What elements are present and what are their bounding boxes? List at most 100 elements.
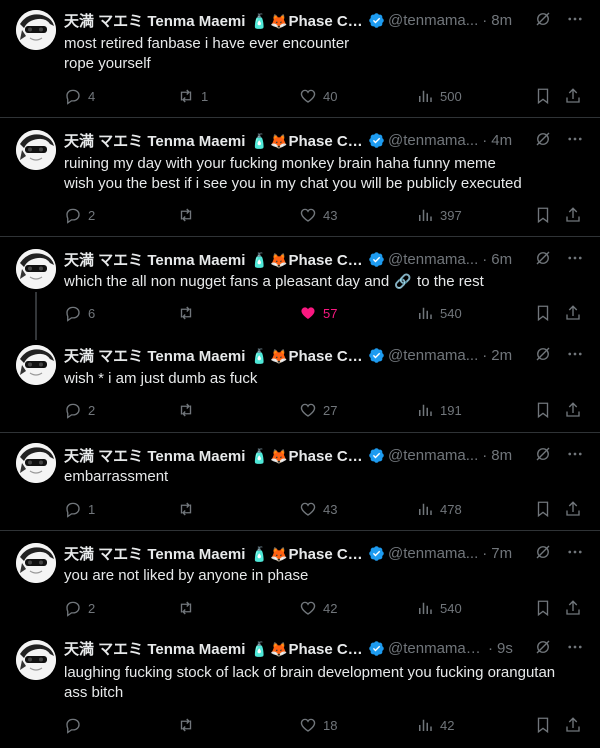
share-icon[interactable] bbox=[564, 716, 582, 734]
separator-dot: · bbox=[482, 446, 488, 464]
like-button[interactable]: 40 bbox=[299, 86, 337, 106]
share-icon[interactable] bbox=[564, 206, 582, 224]
like-count: 18 bbox=[323, 717, 338, 733]
handle[interactable]: @tenmama... bbox=[388, 132, 478, 149]
view-count: 500 bbox=[440, 88, 462, 104]
retweet-button[interactable] bbox=[177, 499, 201, 519]
avatar[interactable] bbox=[16, 443, 56, 483]
grok-icon[interactable] bbox=[534, 345, 552, 363]
grok-icon[interactable] bbox=[534, 638, 552, 656]
views-button[interactable]: 42 bbox=[416, 715, 454, 735]
reply-button[interactable]: 2 bbox=[64, 205, 95, 225]
handle[interactable]: @tenmamae... bbox=[388, 640, 484, 657]
timestamp[interactable]: 8m bbox=[491, 12, 512, 29]
tweet[interactable]: 天満 マエミ Tenma Maemi 🧴 🦊Phase Co... @tenmam… bbox=[0, 433, 600, 530]
like-button[interactable]: 43 bbox=[299, 499, 337, 519]
reply-icon bbox=[66, 208, 80, 224]
tweet[interactable]: 天満 マエミ Tenma Maemi 🧴 🦊Phase Co... @tenmam… bbox=[0, 335, 600, 432]
retweet-button[interactable]: 1 bbox=[177, 86, 208, 106]
like-button[interactable]: 57 bbox=[299, 303, 337, 323]
more-options-icon[interactable] bbox=[566, 638, 584, 656]
avatar[interactable] bbox=[16, 640, 56, 680]
handle[interactable]: @tenmama... bbox=[388, 545, 478, 562]
more-options-icon[interactable] bbox=[566, 10, 584, 28]
avatar[interactable] bbox=[16, 543, 56, 583]
like-button[interactable]: 43 bbox=[299, 205, 337, 225]
views-button[interactable]: 540 bbox=[416, 303, 462, 323]
avatar[interactable] bbox=[16, 10, 56, 50]
display-name[interactable]: 天満 マエミ Tenma Maemi 🧴 🦊Phase Co... bbox=[64, 445, 364, 466]
retweet-button[interactable] bbox=[177, 303, 201, 323]
like-button[interactable]: 27 bbox=[299, 400, 337, 420]
handle[interactable]: @tenmama... bbox=[388, 347, 478, 364]
share-icon[interactable] bbox=[564, 599, 582, 617]
avatar[interactable] bbox=[16, 345, 56, 385]
grok-icon[interactable] bbox=[534, 249, 552, 267]
timestamp[interactable]: 7m bbox=[491, 545, 512, 562]
display-name[interactable]: 天満 マエミ Tenma Maemi 🧴 🦊Phase Co... bbox=[64, 10, 364, 31]
tweet[interactable]: 天満 マエミ Tenma Maemi 🧴 🦊Phase Co... @tenmam… bbox=[0, 531, 600, 628]
tweet[interactable]: 天満 マエミ Tenma Maemi 🧴 🦊Phase Co... @tenmam… bbox=[0, 0, 600, 117]
share-icon[interactable] bbox=[564, 401, 582, 419]
more-options-icon[interactable] bbox=[566, 345, 584, 363]
timestamp[interactable]: 8m bbox=[491, 447, 512, 464]
bookmark-icon[interactable] bbox=[534, 599, 552, 617]
reply-button[interactable]: 2 bbox=[64, 400, 95, 420]
verified-badge-icon bbox=[369, 545, 384, 561]
share-icon[interactable] bbox=[564, 87, 582, 105]
more-options-icon[interactable] bbox=[566, 445, 584, 463]
reply-button[interactable]: 1 bbox=[64, 499, 95, 519]
display-name[interactable]: 天満 マエミ Tenma Maemi 🧴🦊Phase Con... bbox=[64, 638, 364, 659]
display-name[interactable]: 天満 マエミ Tenma Maemi 🧴 🦊Phase Co... bbox=[64, 130, 364, 151]
tweet-header: 天満 マエミ Tenma Maemi 🧴 🦊Phase Co... @tenmam… bbox=[64, 543, 592, 563]
retweet-button[interactable] bbox=[177, 598, 201, 618]
reply-button[interactable]: 4 bbox=[64, 86, 95, 106]
reply-button[interactable]: 6 bbox=[64, 303, 95, 323]
grok-icon[interactable] bbox=[534, 10, 552, 28]
more-options-icon[interactable] bbox=[566, 543, 584, 561]
retweet-icon bbox=[180, 403, 192, 417]
display-name[interactable]: 天満 マエミ Tenma Maemi 🧴 🦊Phase Co... bbox=[64, 543, 364, 564]
share-icon[interactable] bbox=[564, 304, 582, 322]
retweet-button[interactable] bbox=[177, 715, 201, 735]
bookmark-icon[interactable] bbox=[534, 401, 552, 419]
avatar[interactable] bbox=[16, 130, 56, 170]
tweet[interactable]: 天満 マエミ Tenma Maemi 🧴 🦊Phase Co... @tenmam… bbox=[0, 118, 600, 236]
tweet[interactable]: 天満 マエミ Tenma Maemi 🧴 🦊Phase Co... @tenmam… bbox=[0, 237, 600, 335]
like-button[interactable]: 42 bbox=[299, 598, 337, 618]
timestamp[interactable]: 9s bbox=[497, 640, 513, 657]
handle[interactable]: @tenmama... bbox=[388, 447, 478, 464]
views-button[interactable]: 500 bbox=[416, 86, 462, 106]
bookmark-icon[interactable] bbox=[534, 87, 552, 105]
display-name[interactable]: 天満 マエミ Tenma Maemi 🧴 🦊Phase Co... bbox=[64, 345, 364, 366]
handle[interactable]: @tenmama... bbox=[388, 251, 478, 268]
bookmark-icon[interactable] bbox=[534, 304, 552, 322]
view-count: 191 bbox=[440, 402, 462, 418]
handle[interactable]: @tenmama... bbox=[388, 12, 478, 29]
timestamp[interactable]: 4m bbox=[491, 132, 512, 149]
retweet-button[interactable] bbox=[177, 400, 201, 420]
views-button[interactable]: 191 bbox=[416, 400, 462, 420]
tweet-header: 天満 マエミ Tenma Maemi 🧴 🦊Phase Co... @tenmam… bbox=[64, 249, 592, 269]
grok-icon[interactable] bbox=[534, 543, 552, 561]
bookmark-icon[interactable] bbox=[534, 716, 552, 734]
bookmark-icon[interactable] bbox=[534, 500, 552, 518]
bookmark-icon[interactable] bbox=[534, 206, 552, 224]
reply-button[interactable] bbox=[64, 715, 88, 735]
views-button[interactable]: 397 bbox=[416, 205, 462, 225]
reply-button[interactable]: 2 bbox=[64, 598, 95, 618]
timestamp[interactable]: 6m bbox=[491, 251, 512, 268]
grok-icon[interactable] bbox=[534, 130, 552, 148]
tweet[interactable]: 天満 マエミ Tenma Maemi 🧴🦊Phase Con... @tenma… bbox=[0, 628, 600, 748]
views-button[interactable]: 478 bbox=[416, 499, 462, 519]
retweet-button[interactable] bbox=[177, 205, 201, 225]
grok-icon[interactable] bbox=[534, 445, 552, 463]
avatar[interactable] bbox=[16, 249, 56, 289]
timestamp[interactable]: 2m bbox=[491, 347, 512, 364]
like-button[interactable]: 18 bbox=[299, 715, 337, 735]
views-button[interactable]: 540 bbox=[416, 598, 462, 618]
more-options-icon[interactable] bbox=[566, 249, 584, 267]
display-name[interactable]: 天満 マエミ Tenma Maemi 🧴 🦊Phase Co... bbox=[64, 249, 364, 270]
share-icon[interactable] bbox=[564, 500, 582, 518]
more-options-icon[interactable] bbox=[566, 130, 584, 148]
